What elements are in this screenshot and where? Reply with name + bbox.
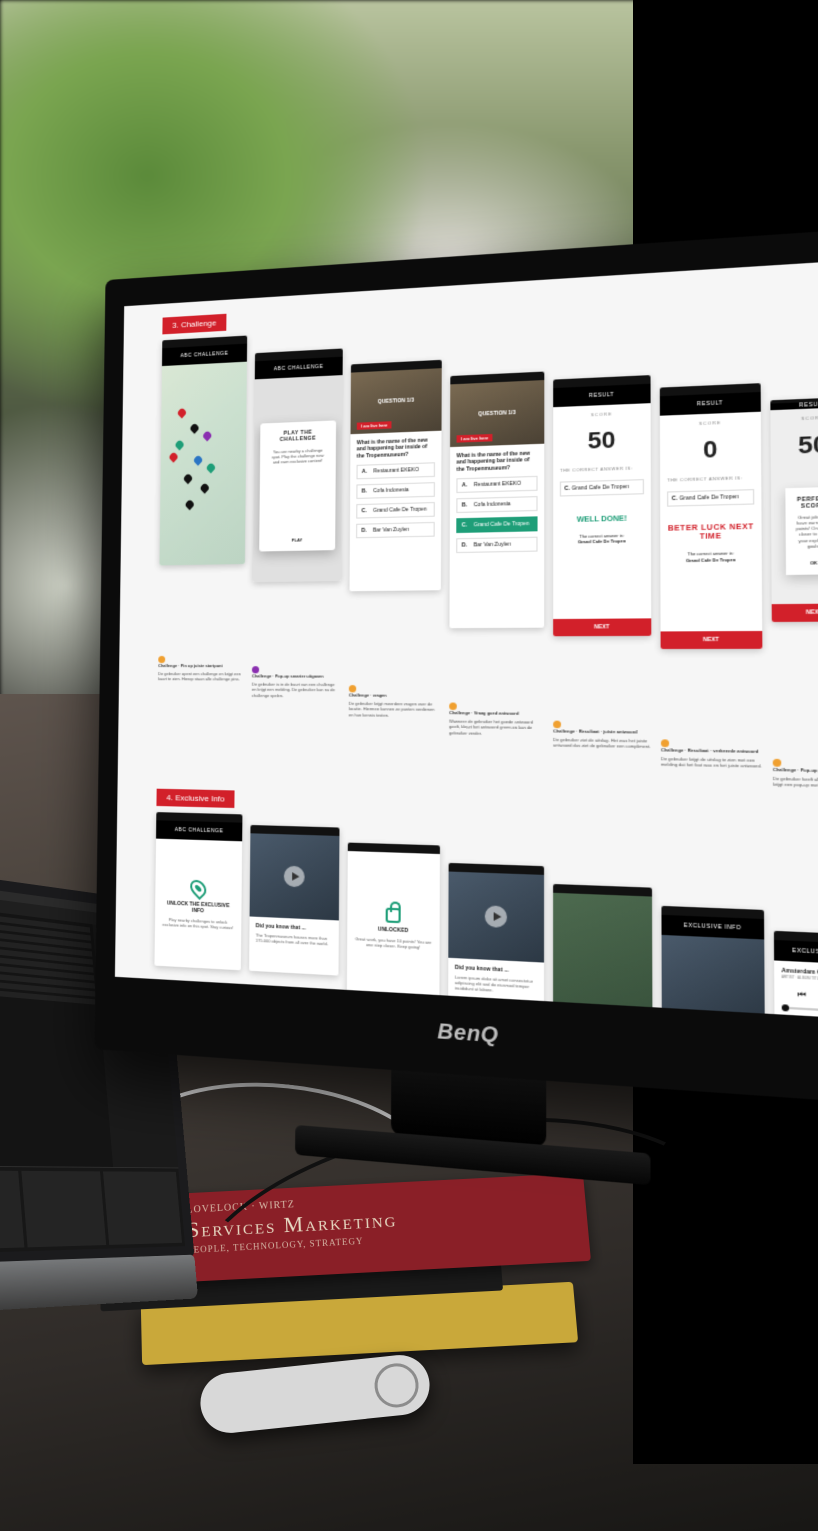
perfect-body: Great job! You have earned 50 points! On… <box>795 514 818 550</box>
map-view[interactable] <box>159 362 246 566</box>
option-d[interactable]: D.Bar Van Zuylen <box>356 522 435 538</box>
video-thumb[interactable] <box>662 935 765 1019</box>
note-4: Challenge · Vraag goed antwoordWanneer d… <box>449 703 544 743</box>
unlock-title: UNLOCK THE EXCLUSIVE INFO <box>161 900 235 916</box>
better-luck: BETER LUCK NEXT TIME <box>667 523 754 542</box>
artboard-result-correct[interactable]: RESULT SCORE 50 THE CORRECT ANSWER IS: C… <box>553 375 651 636</box>
design-canvas[interactable]: 3. Challenge ABC CHALLENGE <box>115 259 818 1020</box>
option-d[interactable]: D.Bar Van Zuylen <box>456 536 537 552</box>
question-text: What is the name of the new and happenin… <box>456 450 537 472</box>
ok-button[interactable]: OK <box>796 560 818 566</box>
external-monitor: BenQ 3. Challenge ABC CHALLENGE <box>94 227 818 1105</box>
scroll-image[interactable] <box>553 893 653 1020</box>
lock-open-icon <box>386 907 401 923</box>
note-5: Challenge · Resultaat · juiste antwoordD… <box>553 721 652 756</box>
artboard-perfect-score[interactable]: RESULT SCORE 50 PERFECT SCORE Great job!… <box>770 397 818 622</box>
dyk-body: The Tropenmuseum houses more than 175.00… <box>255 932 332 947</box>
play-icon[interactable] <box>284 865 305 887</box>
live-badge: I am live here <box>357 421 392 430</box>
option-c-selected[interactable]: C.Grand Cafe De Tropen <box>456 516 537 533</box>
next-button[interactable]: NEXT <box>553 618 651 636</box>
next-button[interactable]: NEXT <box>772 603 818 622</box>
annotation-row: Challenge · Pin op juiste startpuntDe ge… <box>127 655 818 795</box>
score-value: 0 <box>667 434 754 465</box>
pin-icon <box>187 876 210 899</box>
note-2: Challenge · Pop-up smarter uitgavenDe ge… <box>252 666 341 704</box>
artboard-row-challenge: ABC CHALLENGE ABC CHALLENGE <box>129 300 818 650</box>
correct-answer: C. Grand Cafe De Tropen <box>560 479 644 496</box>
ide-timeline[interactable] <box>0 1165 185 1254</box>
play-button[interactable]: PLAY <box>292 537 303 542</box>
monitor-brand: BenQ <box>437 1021 498 1047</box>
note-3: Challenge · vragenDe gebruiker krijgt me… <box>349 685 441 724</box>
unlocked-body: Great work, you have 10 points! You are … <box>353 936 433 951</box>
track-artist: ARTIST · ALBUM TITLE <box>782 974 818 983</box>
player-controls[interactable]: ⏮ ▶ ⏭ <box>782 988 818 1004</box>
question-label: QUESTION 1/3 <box>478 410 516 418</box>
score-label: SCORE <box>560 410 644 419</box>
artboard-question[interactable]: QUESTION 1/3 I am live here What is the … <box>349 360 441 591</box>
perfect-title: PERFECT SCORE <box>795 496 818 510</box>
modal-body: You are nearby a challenge spot. Play th… <box>268 447 328 465</box>
section-label-exclusive: 4. Exclusive Info <box>156 788 234 807</box>
option-c[interactable]: C.Grand Cafe De Tropen <box>356 502 435 519</box>
dyk-title: Did you know that ... <box>256 923 333 933</box>
play-modal: PLAY THE CHALLENGE You are nearby a chal… <box>259 420 336 551</box>
question-hero: QUESTION 1/3 I am live here <box>351 368 442 434</box>
option-a[interactable]: A.Restaurant EKEKO <box>356 462 434 479</box>
artboard-image-scroll[interactable] <box>553 884 653 1020</box>
artboard-video-3[interactable]: EXCLUSIVE INFO Did you know that ... Lor… <box>661 906 765 1020</box>
artboard-video-2[interactable]: Did you know that ... Lorem ipsum dolor … <box>448 863 544 1020</box>
question-label: QUESTION 1/3 <box>378 397 414 405</box>
artboard-result-wrong[interactable]: RESULT SCORE 0 THE CORRECT ANSWER IS: C.… <box>660 383 763 649</box>
option-a[interactable]: A.Restaurant EKEKO <box>456 476 537 493</box>
artboard-unlocked[interactable]: UNLOCKED Great work, you have 10 points!… <box>347 842 440 1006</box>
live-badge: I am live here <box>457 434 493 443</box>
next-button[interactable]: NEXT <box>661 631 763 649</box>
progress-bar[interactable] <box>782 1006 818 1013</box>
artboard-unlock[interactable]: ABC CHALLENGE UNLOCK THE EXCLUSIVE INFO … <box>154 812 242 970</box>
correct-answer: C. Grand Cafe De Tropen <box>667 489 754 507</box>
score-value: 50 <box>560 425 644 456</box>
unlocked-title: UNLOCKED <box>378 926 408 934</box>
artboard-play-modal[interactable]: ABC CHALLENGE PLAY THE CHALLENGE You are… <box>253 348 343 582</box>
artboard-video-1[interactable]: Did you know that ... The Tropenmuseum h… <box>249 825 339 976</box>
score-label: SCORE <box>778 414 818 422</box>
note-1: Challenge · Pin op juiste startpuntDe ge… <box>158 656 244 688</box>
artboard-audio-player[interactable]: EXCLUSIVE INFO Amsterdam City ARTIST · A… <box>774 931 818 1020</box>
dyk-title: Did you know that ... <box>455 964 537 975</box>
well-done: WELL DONE! <box>560 515 644 524</box>
artboard-map[interactable]: ABC CHALLENGE <box>159 336 247 566</box>
modal-title: PLAY THE CHALLENGE <box>268 429 327 444</box>
result-subline: The correct answer is:Grand Cafe De Trop… <box>560 532 644 545</box>
unlock-body: Play nearby challenges to unlock exclusi… <box>161 916 235 930</box>
video-thumb[interactable] <box>448 871 544 962</box>
score-value: 50 <box>778 429 818 460</box>
question-text: What is the name of the new and happenin… <box>357 437 435 459</box>
prev-icon[interactable]: ⏮ <box>797 989 806 1001</box>
correct-answer-label: THE CORRECT ANSWER IS: <box>560 465 644 473</box>
note-6: Challenge · Resultaat · verkeerde antwoo… <box>661 739 763 775</box>
option-b[interactable]: B.Cofa Indonesia <box>456 496 537 513</box>
dyk-body: Lorem ipsum dolor sit amet consectetur a… <box>455 974 537 995</box>
score-label: SCORE <box>667 419 754 428</box>
result-subline: The correct answer is:Grand Cafe De Trop… <box>667 550 754 563</box>
note-7: Challenge · Pop-up perfecte scoreDe gebr… <box>773 759 818 796</box>
option-b[interactable]: B.Cofa Indonesia <box>356 482 435 499</box>
section-label-challenge: 3. Challenge <box>162 314 226 335</box>
correct-answer-label: THE CORRECT ANSWER IS: <box>667 475 754 483</box>
artboard-question-selected[interactable]: QUESTION 1/3 I am live here What is the … <box>449 372 544 629</box>
modal-backdrop: PLAY THE CHALLENGE You are nearby a chal… <box>253 375 343 582</box>
monitor-screen: 3. Challenge ABC CHALLENGE <box>115 259 818 1020</box>
play-icon[interactable] <box>485 905 507 928</box>
video-thumb[interactable] <box>250 833 340 920</box>
question-hero: QUESTION 1/3 I am live here <box>450 380 544 447</box>
